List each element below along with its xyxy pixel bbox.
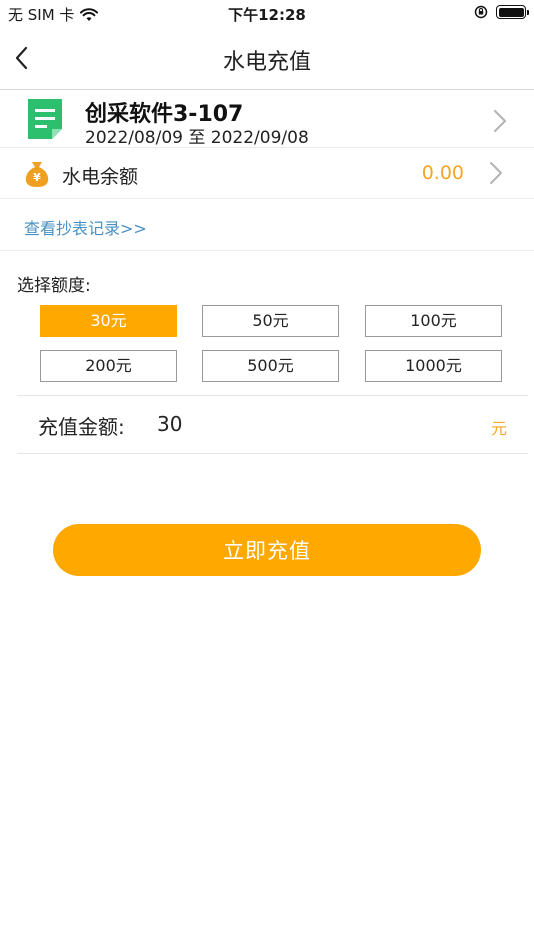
amount-option-100[interactable]: 100元 bbox=[365, 305, 502, 337]
room-start-date: 2022/08/09 bbox=[85, 128, 183, 148]
room-date-range: 2022/08/09 至 2022/09/08 bbox=[85, 123, 309, 148]
records-row: 查看抄表记录>> bbox=[0, 199, 534, 251]
charge-unit: 元 bbox=[490, 419, 507, 438]
document-icon bbox=[28, 99, 62, 139]
select-amount-label: 选择额度: bbox=[17, 276, 91, 296]
nav-bar: 水电充值 bbox=[0, 28, 534, 90]
room-date-separator: 至 bbox=[188, 128, 206, 148]
charge-amount-label: 充值金额: bbox=[38, 415, 125, 439]
svg-text:¥: ¥ bbox=[33, 171, 41, 184]
balance-row[interactable]: ¥ 水电余额 0.00 bbox=[0, 148, 534, 199]
battery-icon bbox=[496, 5, 529, 19]
amount-option-30[interactable]: 30元 bbox=[40, 305, 177, 337]
recharge-now-button[interactable]: 立即充值 bbox=[53, 524, 481, 576]
divider bbox=[17, 395, 528, 396]
rotation-lock-icon bbox=[474, 5, 488, 19]
status-time: 下午12:28 bbox=[228, 6, 306, 24]
chevron-right-icon bbox=[494, 110, 506, 132]
room-row[interactable]: 创采软件3-107 2022/08/09 至 2022/09/08 bbox=[0, 91, 534, 148]
divider bbox=[17, 453, 528, 454]
status-right bbox=[474, 5, 529, 19]
chevron-right-icon bbox=[490, 162, 502, 184]
page-title: 水电充值 bbox=[222, 50, 311, 75]
amount-option-1000[interactable]: 1000元 bbox=[365, 350, 502, 382]
room-end-date: 2022/09/08 bbox=[210, 128, 309, 148]
money-bag-icon: ¥ bbox=[25, 162, 49, 187]
status-bar: 无 SIM 卡 下午12:28 bbox=[0, 0, 534, 28]
balance-value: 0.00 bbox=[421, 162, 464, 184]
amount-option-500[interactable]: 500元 bbox=[202, 350, 339, 382]
charge-amount-input[interactable] bbox=[157, 408, 457, 440]
meter-records-link[interactable]: 查看抄表记录>> bbox=[24, 215, 147, 239]
amount-option-50[interactable]: 50元 bbox=[202, 305, 339, 337]
balance-label: 水电余额 bbox=[62, 166, 139, 188]
amount-option-200[interactable]: 200元 bbox=[40, 350, 177, 382]
